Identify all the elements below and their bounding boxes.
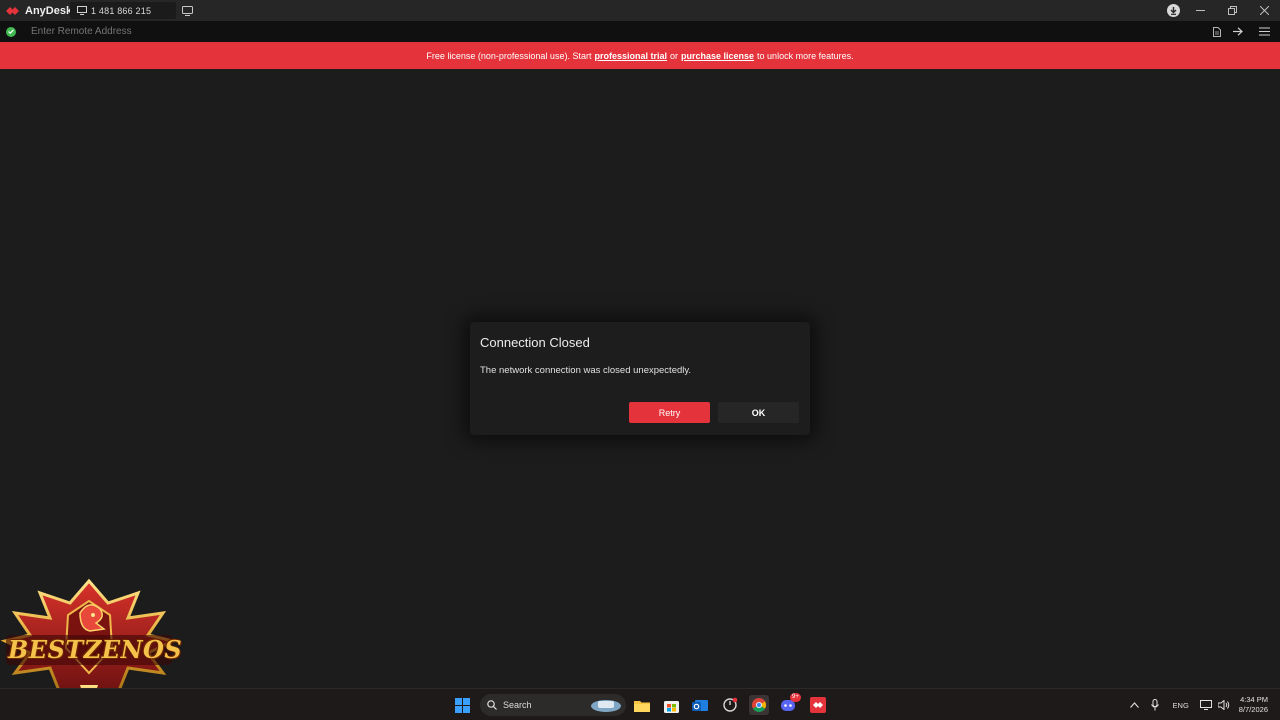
microsoft-store-button[interactable] — [661, 695, 681, 715]
chrome-icon — [752, 698, 766, 712]
system-tray: ENG 4:34 PM 8/7/2026 — [1125, 689, 1280, 720]
search-highlight-icon — [591, 700, 621, 712]
taskbar-search[interactable]: Search — [480, 694, 626, 716]
show-hidden-icons-button[interactable] — [1125, 695, 1145, 716]
volume-button[interactable] — [1215, 695, 1233, 716]
search-label: Search — [503, 700, 532, 710]
watermark-text: BESTZENOS — [8, 635, 183, 664]
status-ok-icon — [6, 26, 16, 37]
anydesk-taskbar-icon — [810, 697, 826, 713]
app-button-circle[interactable] — [720, 695, 740, 715]
minimize-button[interactable] — [1184, 0, 1216, 21]
banner-text-middle: or — [669, 50, 678, 61]
taskbar-clock[interactable]: 4:34 PM 8/7/2026 — [1239, 695, 1268, 715]
store-icon — [663, 700, 679, 713]
new-session-button[interactable] — [180, 3, 195, 18]
search-icon — [487, 700, 497, 710]
start-button[interactable] — [452, 695, 472, 715]
download-arrow-icon — [1170, 6, 1177, 15]
ok-button[interactable]: OK — [718, 402, 799, 423]
arrow-right-icon — [1232, 27, 1243, 36]
anydesk-logo-icon — [6, 6, 19, 15]
outlook-icon — [692, 699, 708, 711]
outlook-button[interactable] — [690, 695, 710, 715]
circle-app-icon — [723, 697, 738, 712]
input-language[interactable]: ENG — [1173, 701, 1189, 710]
clock-date: 8/7/2026 — [1238, 705, 1268, 714]
update-download-icon[interactable] — [1167, 4, 1180, 17]
connection-closed-dialog: Connection Closed The network connection… — [470, 322, 810, 435]
connect-button[interactable] — [1227, 21, 1248, 42]
discord-notification-badge: 9+ — [790, 693, 801, 702]
close-button[interactable] — [1248, 0, 1280, 21]
discord-button[interactable]: 9+ — [779, 693, 801, 715]
clock-time: 4:34 PM — [1240, 695, 1268, 704]
license-banner: Free license (non-professional use). Sta… — [0, 42, 1280, 69]
file-transfer-button[interactable] — [1206, 21, 1227, 42]
file-icon — [1212, 26, 1221, 37]
windows-logo-icon — [454, 697, 470, 713]
file-explorer-button[interactable] — [632, 695, 652, 715]
dialog-title: Connection Closed — [480, 335, 590, 350]
folder-icon — [634, 700, 650, 712]
checkmark-icon — [8, 29, 14, 34]
anydesk-taskbar-button[interactable] — [808, 695, 828, 715]
network-monitor-icon — [1199, 700, 1212, 710]
chrome-button[interactable] — [749, 695, 769, 715]
windows-taskbar: Search 9+ ENG 4:34 PM 8/7/2026 — [0, 688, 1280, 720]
banner-text-before: Free license (non-professional use). Sta… — [426, 50, 592, 61]
remote-address-input[interactable] — [31, 26, 331, 37]
restore-button[interactable] — [1216, 0, 1248, 21]
hamburger-menu-icon — [1258, 27, 1270, 36]
purchase-license-link[interactable]: purchase license — [681, 51, 754, 61]
restore-icon — [1227, 6, 1237, 15]
title-bar: AnyDesk 1 481 866 215 — [0, 0, 1280, 21]
network-button[interactable] — [1197, 695, 1215, 716]
session-id: 1 481 866 215 — [91, 5, 152, 16]
banner-text-after: to unlock more features. — [757, 50, 854, 61]
app-name: AnyDesk — [25, 4, 73, 17]
menu-button[interactable] — [1248, 21, 1280, 42]
close-icon — [1259, 6, 1269, 15]
session-tab[interactable]: 1 481 866 215 — [70, 2, 176, 19]
speaker-icon — [1217, 700, 1230, 710]
microphone-icon — [1150, 699, 1159, 711]
new-session-icon — [181, 5, 193, 16]
minimize-icon — [1195, 10, 1205, 11]
microphone-button[interactable] — [1145, 695, 1165, 716]
retry-button[interactable]: Retry — [629, 402, 710, 423]
anydesk-logo: AnyDesk — [6, 5, 72, 17]
chevron-up-icon — [1130, 702, 1139, 708]
professional-trial-link[interactable]: professional trial — [594, 51, 667, 61]
address-bar — [0, 21, 1280, 42]
dialog-message: The network connection was closed unexpe… — [480, 365, 692, 376]
monitor-icon — [77, 6, 87, 15]
